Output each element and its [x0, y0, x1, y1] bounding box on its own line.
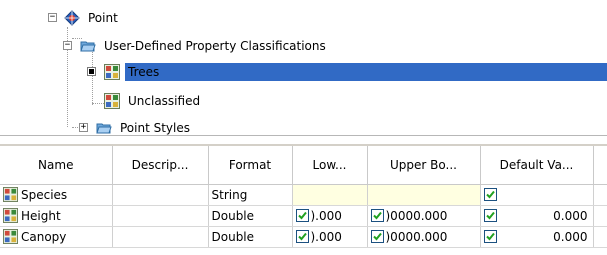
filler-cell: [593, 184, 607, 206]
upper-bound-cell: [367, 184, 481, 206]
tree-node-unclassified[interactable]: Unclassified: [104, 90, 203, 112]
lower-bound-checkbox[interactable]: [295, 230, 309, 243]
column-header-format[interactable]: Format: [208, 146, 293, 185]
description-cell[interactable]: [112, 184, 209, 206]
property-name: Canopy: [21, 229, 67, 244]
upper-bound-value: )0000.000: [385, 229, 448, 244]
property-icon: [3, 187, 18, 202]
tree-connector-line: [92, 103, 104, 104]
lower-bound-value: ).000: [310, 208, 342, 223]
tree-node-label: Unclassified: [128, 94, 201, 108]
lower-bound-cell[interactable]: ).000: [292, 226, 368, 248]
default-value-checkbox[interactable]: [483, 230, 497, 243]
property-table: Name Descrip... Format Low... Upper Bo..…: [0, 146, 607, 248]
classification-icon: [104, 93, 120, 109]
default-value-checkbox[interactable]: [483, 209, 497, 222]
default-value-cell[interactable]: [480, 184, 594, 206]
tree-node-point[interactable]: Point: [64, 7, 121, 29]
point-style-icon: [64, 10, 80, 26]
default-value-checkbox[interactable]: [483, 188, 497, 201]
filler-cell: [593, 205, 607, 227]
upper-bound-cell[interactable]: )0000.000: [367, 205, 481, 227]
tree-connector-line: [92, 49, 93, 105]
upper-bound-checkbox[interactable]: [370, 230, 384, 243]
column-header-default-value[interactable]: Default Va...: [480, 146, 594, 185]
default-value-cell[interactable]: 0.000: [480, 226, 594, 248]
upper-bound-value: )0000.000: [385, 208, 448, 223]
filler-cell: [593, 226, 607, 248]
table-row[interactable]: Species String: [0, 184, 607, 206]
name-cell[interactable]: Canopy: [0, 226, 113, 248]
folder-icon: [80, 38, 96, 54]
format-cell[interactable]: String: [208, 184, 293, 206]
description-cell[interactable]: [112, 205, 209, 227]
column-header-upper-bound[interactable]: Upper Bo...: [367, 146, 481, 185]
name-cell[interactable]: Height: [0, 205, 113, 227]
lower-bound-checkbox[interactable]: [295, 209, 309, 222]
expand-toggle[interactable]: +: [79, 123, 88, 132]
tree-node-label: Trees: [125, 63, 607, 81]
column-header-filler: [593, 146, 607, 185]
property-grid: Name Descrip... Format Low... Upper Bo..…: [0, 144, 607, 255]
lower-bound-value: ).000: [310, 229, 342, 244]
format-cell[interactable]: Double: [208, 226, 293, 248]
property-name: Height: [21, 208, 61, 223]
folder-icon: [96, 120, 112, 135]
property-icon: [3, 208, 18, 223]
tree-node-trees[interactable]: Trees: [104, 61, 607, 83]
property-name: Species: [21, 187, 68, 202]
default-value: 0.000: [553, 229, 588, 244]
property-classification-tree[interactable]: − Point − User-Defined Property Classifi…: [0, 0, 607, 136]
tree-node-user-defined-classifications[interactable]: User-Defined Property Classifications: [80, 35, 329, 57]
collapse-toggle[interactable]: −: [63, 41, 72, 50]
tree-node-point-styles[interactable]: Point Styles: [96, 117, 193, 135]
classification-icon: [104, 64, 120, 80]
table-row[interactable]: Canopy Double ).000 )0000.000 0.000: [0, 226, 607, 248]
column-header-description[interactable]: Descrip...: [112, 146, 209, 185]
property-icon: [3, 229, 18, 244]
default-value: 0.000: [553, 208, 588, 223]
name-cell[interactable]: Species: [0, 184, 113, 206]
column-header-lower-bound[interactable]: Low...: [292, 146, 368, 185]
description-cell[interactable]: [112, 226, 209, 248]
lower-bound-cell[interactable]: ).000: [292, 205, 368, 227]
format-cell[interactable]: Double: [208, 205, 293, 227]
bullet-icon: [87, 67, 96, 76]
table-row[interactable]: Height Double ).000 )0000.000 0.000: [0, 205, 607, 227]
default-value-cell[interactable]: 0.000: [480, 205, 594, 227]
upper-bound-cell[interactable]: )0000.000: [367, 226, 481, 248]
upper-bound-checkbox[interactable]: [370, 209, 384, 222]
column-header-name[interactable]: Name: [0, 146, 113, 185]
table-header-row: Name Descrip... Format Low... Upper Bo..…: [0, 146, 607, 185]
tree-node-label: Point: [88, 11, 118, 25]
tree-node-label: Point Styles: [120, 121, 191, 135]
lower-bound-cell: [292, 184, 368, 206]
tree-node-label: User-Defined Property Classifications: [104, 39, 326, 53]
collapse-toggle[interactable]: −: [48, 13, 57, 22]
